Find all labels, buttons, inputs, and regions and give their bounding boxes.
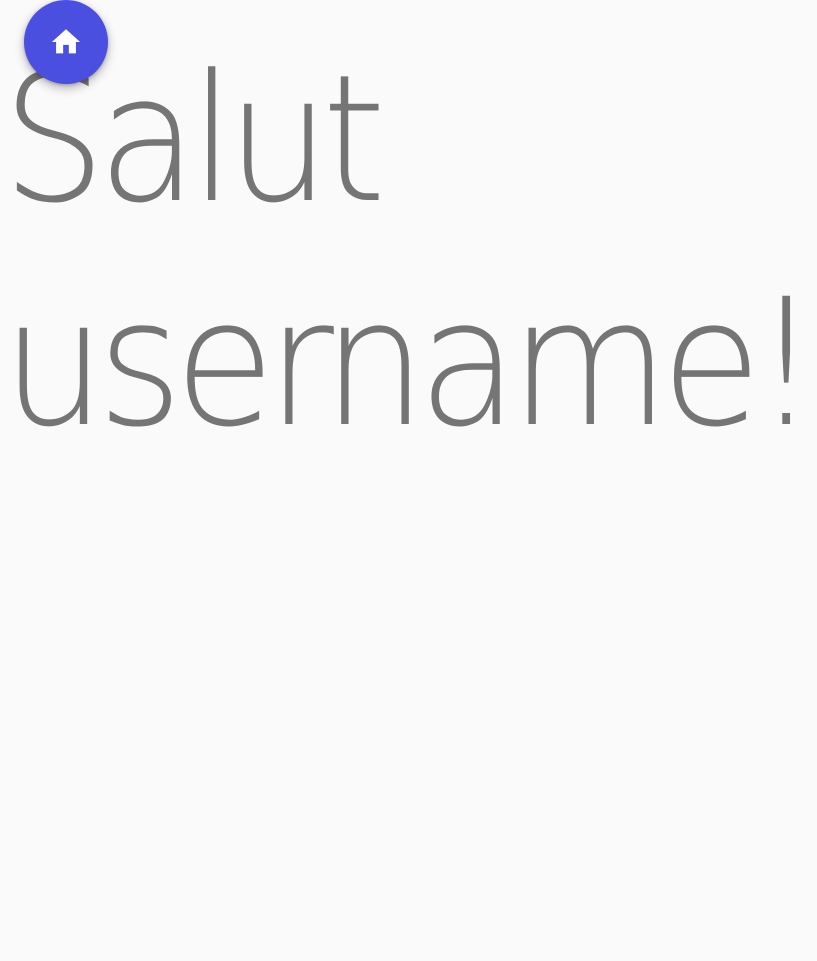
home-icon (49, 25, 83, 59)
greeting-line-username: username! (2, 261, 817, 466)
home-button[interactable] (24, 0, 108, 84)
greeting-heading: Salut username! (2, 28, 817, 476)
greeting-line-salutation: Salut (2, 37, 386, 242)
